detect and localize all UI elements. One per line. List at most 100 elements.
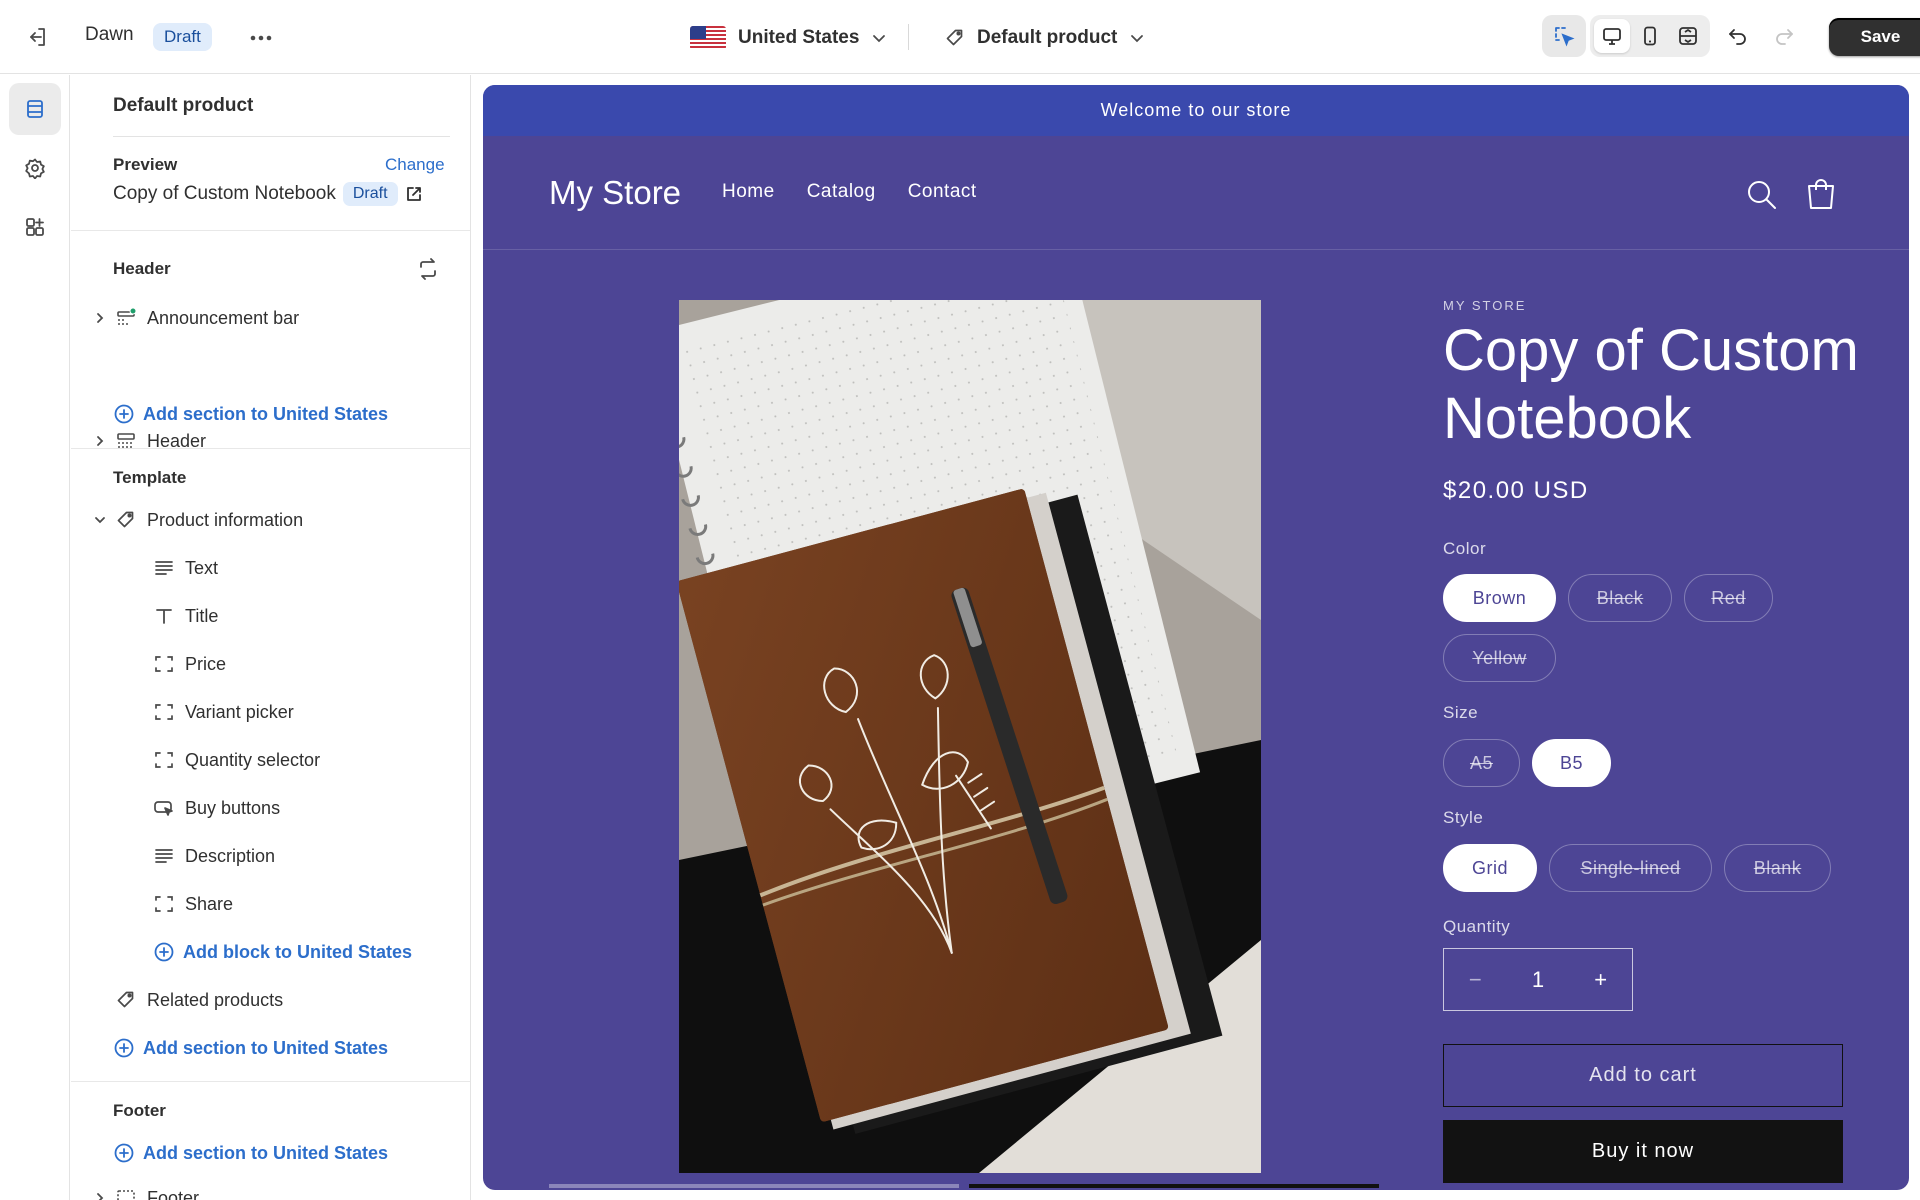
size-option-b5[interactable]: B5 bbox=[1532, 739, 1611, 787]
style-option-label: Style bbox=[1443, 808, 1484, 827]
text-lines-icon bbox=[149, 842, 179, 870]
add-header-section-button[interactable]: Add section to United States bbox=[113, 396, 388, 432]
store-header: My Store Home Catalog Contact bbox=[483, 136, 1909, 250]
add-circle-icon bbox=[113, 1139, 135, 1167]
product-tag-icon bbox=[111, 986, 141, 1014]
preview-product-name: Copy of Custom Notebook bbox=[113, 183, 336, 204]
media-scrollbar[interactable] bbox=[549, 1184, 1879, 1188]
cart-icon[interactable] bbox=[1803, 176, 1839, 212]
store-nav: Home Catalog Contact bbox=[722, 181, 977, 203]
header-group-title: Header bbox=[113, 259, 171, 278]
viewport-switcher bbox=[1590, 15, 1710, 57]
color-option-brown[interactable]: Brown bbox=[1443, 574, 1556, 622]
block-item-share[interactable]: Share bbox=[149, 886, 233, 922]
quantity-input[interactable]: 1 bbox=[1507, 967, 1570, 993]
color-option-label: Color bbox=[1443, 539, 1487, 558]
footer-layout-icon bbox=[111, 1184, 141, 1200]
fullscreen-view-icon[interactable] bbox=[1670, 19, 1706, 53]
add-to-cart-button[interactable]: Add to cart bbox=[1443, 1044, 1843, 1107]
add-section-label: Add section to United States bbox=[143, 403, 389, 424]
block-item-variant-picker[interactable]: Variant picker bbox=[149, 694, 294, 730]
desktop-view-icon[interactable] bbox=[1594, 19, 1630, 53]
editor-rail bbox=[0, 75, 70, 1200]
template-label: Default product bbox=[977, 27, 1118, 48]
add-section-label: Add section to United States bbox=[143, 1037, 389, 1058]
buy-now-button[interactable]: Buy it now bbox=[1443, 1120, 1843, 1183]
color-option-red[interactable]: Red bbox=[1684, 574, 1773, 622]
sidebar-item-label: Footer bbox=[147, 1187, 200, 1200]
change-preview-link[interactable]: Change bbox=[385, 155, 445, 175]
style-option-single-lined[interactable]: Single-lined bbox=[1549, 844, 1712, 892]
style-option-grid[interactable]: Grid bbox=[1443, 844, 1537, 892]
size-option-label: Size bbox=[1443, 703, 1479, 722]
undo-icon[interactable] bbox=[1720, 18, 1756, 54]
quantity-increase-button[interactable]: + bbox=[1569, 967, 1632, 993]
sidebar-title: Default product bbox=[113, 95, 254, 116]
color-option-yellow[interactable]: Yellow bbox=[1443, 634, 1556, 682]
block-label: Share bbox=[185, 893, 234, 914]
storefront-preview: Welcome to our store My Store Home Catal… bbox=[483, 85, 1909, 1190]
block-item-price[interactable]: Price bbox=[149, 646, 226, 682]
add-block-button[interactable]: Add block to United States bbox=[153, 934, 412, 970]
save-button[interactable]: Save bbox=[1829, 18, 1920, 56]
size-option-a5[interactable]: A5 bbox=[1443, 739, 1520, 787]
sync-icon[interactable] bbox=[415, 256, 441, 282]
add-template-section-button[interactable]: Add section to United States bbox=[113, 1030, 388, 1066]
theme-settings-gear-icon[interactable] bbox=[9, 142, 61, 194]
nav-link-contact[interactable]: Contact bbox=[908, 181, 977, 203]
footer-group-title: Footer bbox=[113, 1101, 166, 1120]
block-label: Title bbox=[185, 605, 219, 626]
quantity-decrease-button[interactable]: − bbox=[1444, 967, 1507, 993]
color-option-black[interactable]: Black bbox=[1568, 574, 1672, 622]
product-tag-icon bbox=[945, 28, 965, 48]
chevron-right-icon[interactable] bbox=[89, 1192, 111, 1200]
more-actions-icon[interactable] bbox=[247, 24, 275, 52]
country-label: United States bbox=[738, 27, 860, 48]
divider bbox=[71, 1081, 470, 1082]
inspector-icon[interactable] bbox=[1542, 15, 1586, 57]
sections-sidebar: Default product Preview Change Copy of C… bbox=[71, 75, 471, 1200]
block-item-buy-buttons[interactable]: Buy buttons bbox=[149, 790, 280, 826]
mobile-view-icon[interactable] bbox=[1632, 19, 1668, 53]
redo-icon[interactable] bbox=[1766, 18, 1802, 54]
add-circle-icon bbox=[113, 400, 135, 428]
block-item-quantity-selector[interactable]: Quantity selector bbox=[149, 742, 320, 778]
block-item-description[interactable]: Description bbox=[149, 838, 275, 874]
sidebar-item-product-information[interactable]: Product information bbox=[89, 502, 303, 538]
block-item-title[interactable]: Title bbox=[149, 598, 218, 634]
style-option-blank[interactable]: Blank bbox=[1724, 844, 1831, 892]
chevron-right-icon[interactable] bbox=[89, 435, 111, 447]
sidebar-item-footer[interactable]: Footer bbox=[89, 1180, 199, 1200]
block-frame-icon bbox=[149, 746, 179, 774]
block-label: Text bbox=[185, 557, 219, 578]
exit-icon[interactable] bbox=[22, 22, 52, 52]
nav-link-home[interactable]: Home bbox=[722, 181, 775, 203]
block-item-text[interactable]: Text bbox=[149, 550, 218, 586]
nav-link-catalog[interactable]: Catalog bbox=[807, 181, 876, 203]
product-image[interactable] bbox=[679, 300, 1261, 1173]
sidebar-item-label: Product information bbox=[147, 509, 304, 530]
editor-topbar: Dawn Draft United States Default product bbox=[0, 0, 1920, 74]
buy-button-icon bbox=[149, 794, 179, 822]
country-selector[interactable]: United States bbox=[690, 21, 887, 55]
app-embeds-icon[interactable] bbox=[9, 201, 61, 253]
search-icon[interactable] bbox=[1745, 178, 1779, 212]
title-text-icon bbox=[149, 602, 179, 630]
sidebar-item-announcement-bar[interactable]: Announcement bar bbox=[89, 300, 299, 336]
sections-icon[interactable] bbox=[9, 83, 61, 135]
sidebar-item-related-products[interactable]: Related products bbox=[111, 982, 283, 1018]
chevron-down-icon[interactable] bbox=[89, 514, 111, 526]
block-label: Buy buttons bbox=[185, 797, 281, 818]
product-title: Copy of Custom Notebook bbox=[1443, 318, 1859, 451]
add-circle-icon bbox=[113, 1034, 135, 1062]
external-link-icon[interactable] bbox=[405, 185, 423, 203]
block-label: Quantity selector bbox=[185, 749, 321, 770]
announcement-bar[interactable]: Welcome to our store bbox=[483, 85, 1909, 136]
chevron-right-icon[interactable] bbox=[89, 312, 111, 324]
add-footer-section-button[interactable]: Add section to United States bbox=[113, 1135, 388, 1171]
store-logo[interactable]: My Store bbox=[549, 174, 681, 212]
template-selector[interactable]: Default product bbox=[945, 21, 1145, 55]
quantity-label: Quantity bbox=[1443, 917, 1511, 936]
block-frame-icon bbox=[149, 890, 179, 918]
preview-status-badge: Draft bbox=[342, 182, 398, 206]
